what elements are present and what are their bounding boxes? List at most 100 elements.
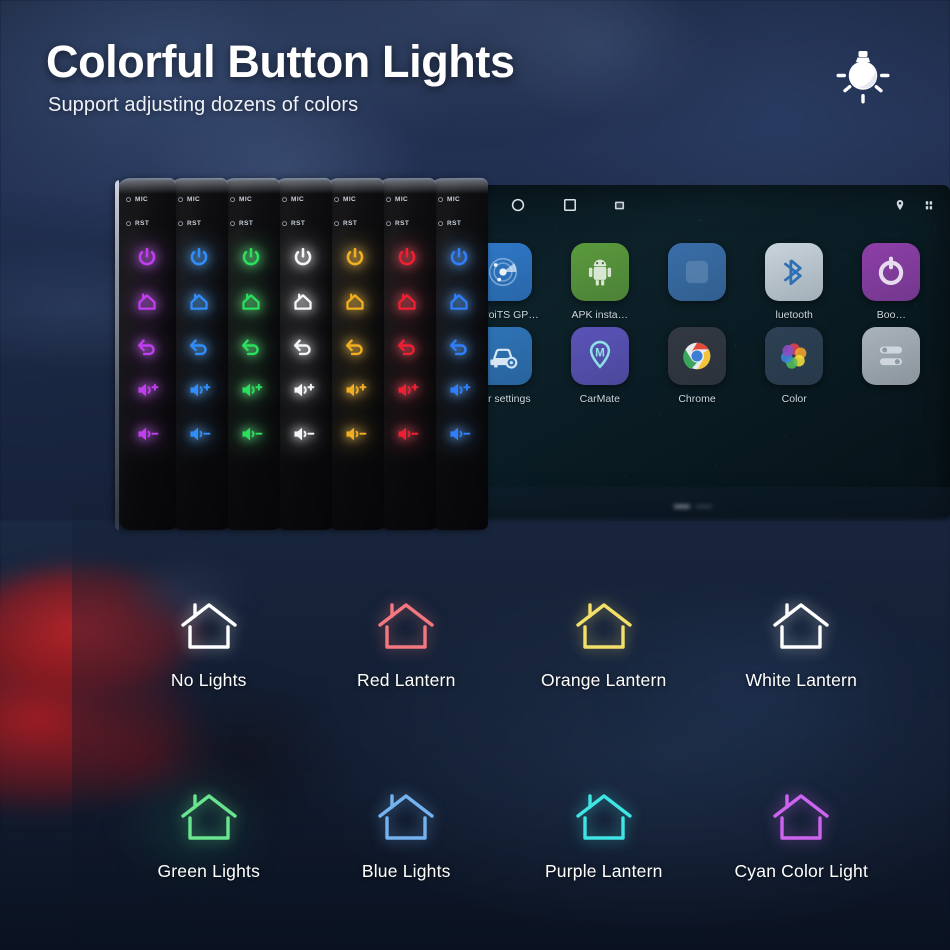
lantern-option[interactable]: Blue Lights — [308, 791, 506, 882]
volume-up-icon[interactable] — [291, 378, 315, 402]
lantern-option[interactable]: Purple Lantern — [505, 791, 703, 882]
home-icon[interactable] — [291, 290, 315, 314]
toggle-icon[interactable] — [872, 337, 910, 375]
back-icon[interactable] — [291, 334, 315, 358]
volume-down-icon[interactable] — [343, 422, 367, 446]
carmate-pin-icon[interactable]: M — [581, 337, 619, 375]
volume-up-icon[interactable] — [239, 378, 263, 402]
home-icon[interactable] — [343, 290, 367, 314]
lantern-option[interactable]: Cyan Color Light — [703, 791, 901, 882]
volume-up-icon[interactable] — [187, 378, 211, 402]
home-circle-icon[interactable] — [509, 196, 527, 214]
app-icon-hidden-icon[interactable] — [667, 243, 726, 301]
bluetooth-icon[interactable] — [775, 253, 813, 291]
reset-hole[interactable] — [230, 221, 235, 227]
lantern-option[interactable]: Red Lantern — [308, 600, 506, 691]
volume-down-icon[interactable] — [291, 422, 315, 446]
app-carmate[interactable]: M CarMate — [554, 327, 645, 405]
back-icon[interactable] — [447, 334, 471, 358]
app-icon-chrome-icon[interactable] — [667, 327, 726, 385]
back-icon[interactable] — [187, 334, 211, 358]
app-luetooth[interactable]: luetooth — [749, 243, 840, 321]
recents-square-icon[interactable] — [561, 196, 579, 214]
lantern-option[interactable]: White Lantern — [703, 600, 901, 691]
volume-down-icon[interactable] — [239, 422, 263, 446]
home-icon[interactable] — [395, 290, 419, 314]
volume-up-icon[interactable] — [135, 378, 159, 402]
volume-up-icon[interactable] — [395, 378, 419, 402]
home-icon[interactable] — [187, 290, 211, 314]
volume-down-icon[interactable] — [135, 422, 159, 446]
lantern-option[interactable]: Orange Lantern — [505, 600, 703, 691]
power-icon[interactable] — [135, 246, 159, 270]
app-slot-9[interactable] — [846, 327, 937, 405]
back-icon[interactable] — [447, 334, 471, 358]
hidden-icon[interactable] — [678, 253, 716, 291]
boost-ring-icon[interactable] — [872, 253, 910, 291]
reset-hole[interactable] — [386, 221, 391, 227]
back-icon[interactable] — [135, 334, 159, 358]
power-icon[interactable] — [291, 246, 315, 270]
reset-indicator[interactable]: RST — [178, 220, 201, 227]
home-icon[interactable] — [239, 290, 263, 314]
back-icon[interactable] — [395, 334, 419, 358]
reset-indicator[interactable]: RST — [334, 220, 357, 227]
power-icon[interactable] — [239, 246, 263, 270]
reset-indicator[interactable]: RST — [282, 220, 305, 227]
lantern-option[interactable]: No Lights — [110, 600, 308, 691]
power-icon[interactable] — [239, 246, 263, 270]
app-icon-boost-ring-icon[interactable] — [862, 243, 921, 301]
back-icon[interactable] — [343, 334, 367, 358]
volume-up-icon[interactable] — [343, 378, 367, 402]
home-icon[interactable] — [447, 290, 471, 314]
reset-hole[interactable] — [126, 221, 131, 227]
home-icon[interactable] — [187, 290, 211, 314]
back-icon[interactable] — [239, 334, 263, 358]
lantern-option[interactable]: Green Lights — [110, 791, 308, 882]
reset-indicator[interactable]: RST — [386, 220, 409, 227]
volume-down-icon[interactable] — [187, 422, 211, 446]
home-icon[interactable] — [291, 290, 315, 314]
power-icon[interactable] — [187, 246, 211, 270]
volume-up-icon[interactable] — [187, 378, 211, 402]
volume-up-icon[interactable] — [343, 378, 367, 402]
reset-hole[interactable] — [282, 221, 287, 227]
power-icon[interactable] — [343, 246, 367, 270]
home-icon[interactable] — [239, 290, 263, 314]
app-slot-2[interactable] — [651, 243, 742, 321]
power-icon[interactable] — [447, 246, 471, 270]
app-chrome[interactable]: Chrome — [651, 327, 742, 405]
app-icon-toggle-icon[interactable] — [862, 327, 921, 385]
volume-up-icon[interactable] — [291, 378, 315, 402]
reset-hole[interactable] — [438, 221, 443, 227]
app-icon-carmate-pin-icon[interactable]: M — [570, 327, 629, 385]
app-apk-insta-[interactable]: APK insta… — [554, 243, 645, 321]
volume-down-icon[interactable] — [447, 422, 471, 446]
home-icon[interactable] — [447, 290, 471, 314]
back-icon[interactable] — [395, 334, 419, 358]
volume-down-icon[interactable] — [135, 422, 159, 446]
volume-up-icon[interactable] — [135, 378, 159, 402]
power-icon[interactable] — [187, 246, 211, 270]
volume-down-icon[interactable] — [395, 422, 419, 446]
volume-down-icon[interactable] — [291, 422, 315, 446]
app-icon-bluetooth-icon[interactable] — [765, 243, 824, 301]
volume-down-icon[interactable] — [447, 422, 471, 446]
power-icon[interactable] — [343, 246, 367, 270]
power-icon[interactable] — [291, 246, 315, 270]
home-icon[interactable] — [395, 290, 419, 314]
back-icon[interactable] — [291, 334, 315, 358]
back-icon[interactable] — [135, 334, 159, 358]
volume-down-icon[interactable] — [239, 422, 263, 446]
back-icon[interactable] — [187, 334, 211, 358]
app-icon-android-robot-icon[interactable] — [570, 243, 629, 301]
back-icon[interactable] — [239, 334, 263, 358]
screenshot-icon[interactable] — [613, 199, 626, 212]
app-color[interactable]: Color — [749, 327, 840, 405]
volume-up-icon[interactable] — [447, 378, 471, 402]
reset-hole[interactable] — [178, 221, 183, 227]
app-icon-color-petals-icon[interactable] — [765, 327, 824, 385]
home-icon[interactable] — [135, 290, 159, 314]
power-icon[interactable] — [447, 246, 471, 270]
power-icon[interactable] — [395, 246, 419, 270]
